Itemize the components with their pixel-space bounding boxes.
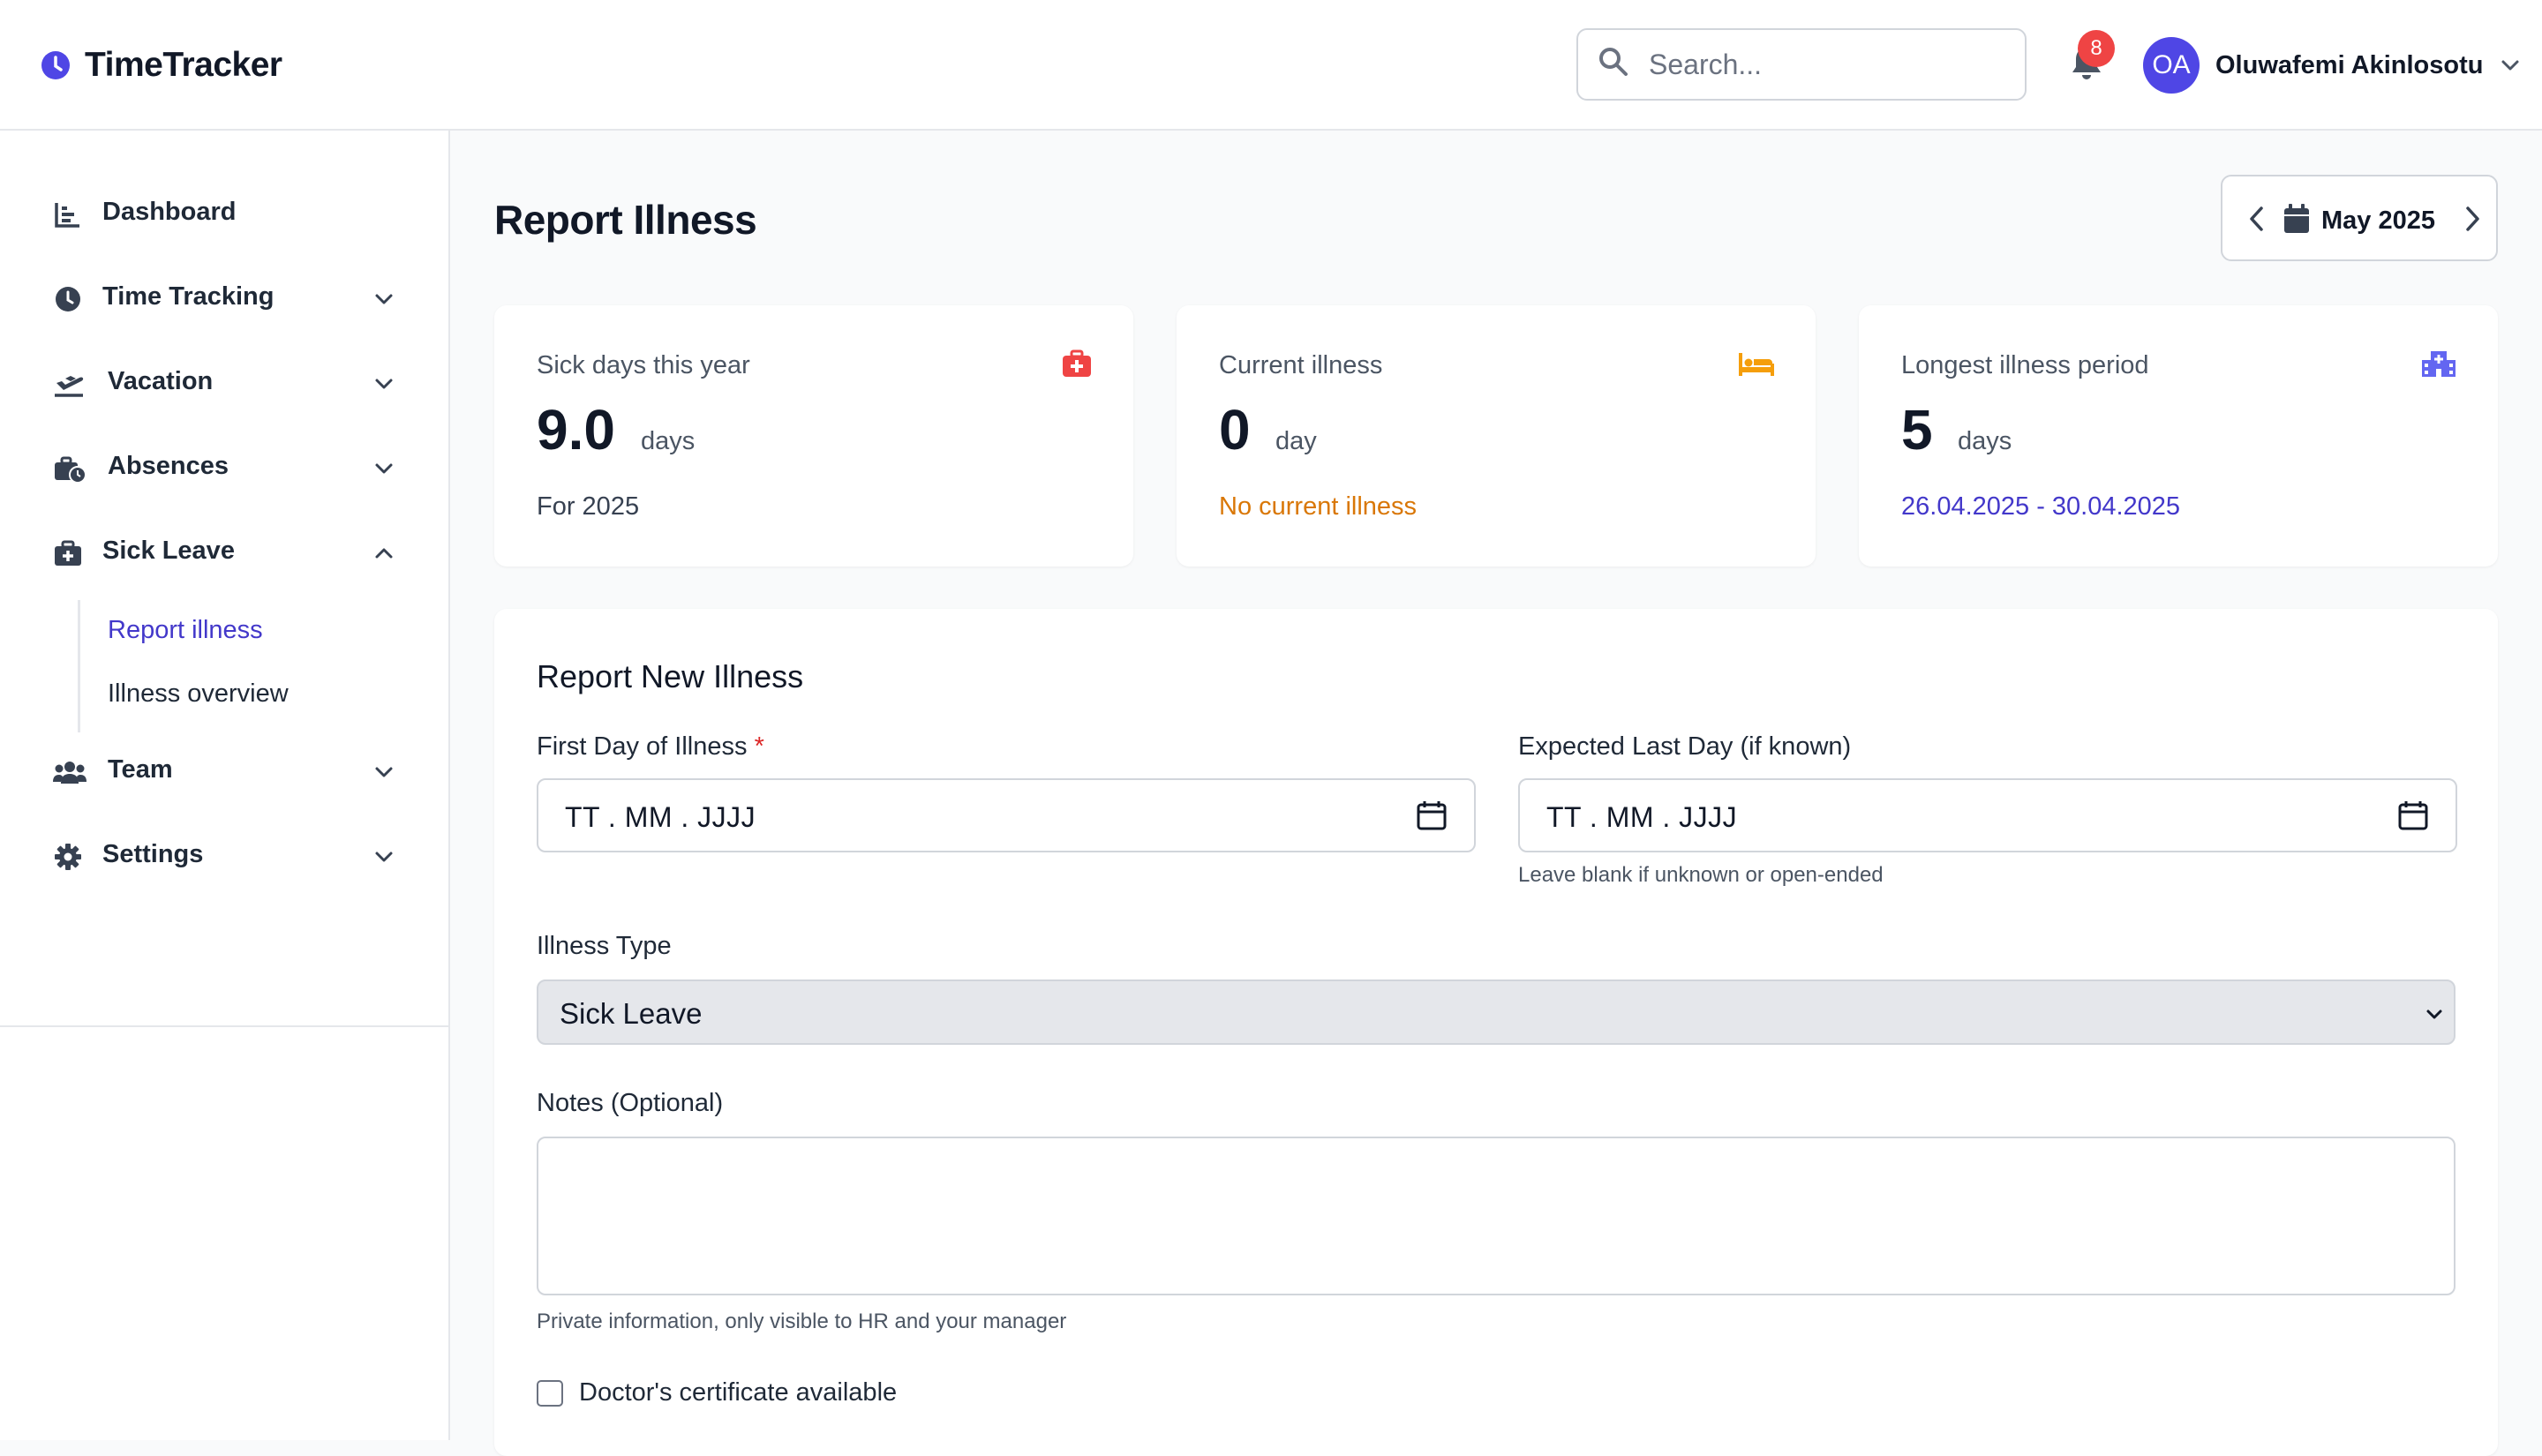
form-title: Report New Illness: [537, 658, 804, 694]
first-day-label-text: First Day of Illness: [537, 732, 748, 761]
calendar-icon[interactable]: [1416, 799, 1448, 836]
illness-type-label: Illness Type: [537, 932, 672, 960]
last-day-label: Expected Last Day (if known): [1518, 732, 1852, 761]
notes-textarea[interactable]: [537, 1137, 2456, 1295]
stat-footer: No current illness: [1219, 492, 1418, 521]
stat-unit: days: [641, 427, 696, 455]
chevron-up-icon: [371, 540, 397, 571]
avatar: OA: [2143, 37, 2200, 94]
first-day-label: First Day of Illness *: [537, 732, 764, 762]
stat-title: Sick days this year: [537, 351, 750, 379]
chart-bar-icon: [53, 199, 83, 229]
sidebar-item-team[interactable]: Team: [0, 736, 448, 807]
sidebar-item-sick-leave[interactable]: Sick Leave: [0, 517, 448, 588]
last-day-date-field[interactable]: TT . MM . JJJJ: [1518, 778, 2457, 852]
certificate-checkbox[interactable]: [537, 1380, 563, 1407]
required-marker: *: [754, 732, 764, 761]
sidebar: Dashboard Time Tracking Vacation Absence…: [0, 131, 450, 1440]
user-menu[interactable]: OA Oluwafemi Akinlosotu: [2143, 37, 2522, 94]
sidebar-item-time-tracking[interactable]: Time Tracking: [0, 263, 448, 334]
submenu-item-illness-overview[interactable]: Illness overview: [108, 679, 289, 709]
month-selector: May 2025: [2221, 175, 2498, 261]
chevron-right-icon[interactable]: [2459, 203, 2486, 239]
chevron-left-icon[interactable]: [2244, 203, 2270, 239]
chevron-down-icon: [371, 286, 397, 317]
first-day-date-field[interactable]: TT . MM . JJJJ: [537, 778, 1476, 852]
certificate-label[interactable]: Doctor's certificate available: [579, 1378, 897, 1407]
business-time-icon: [53, 454, 86, 484]
calendar-icon[interactable]: [2397, 799, 2429, 836]
chevron-down-icon: [371, 371, 397, 402]
stat-footer: 26.04.2025 - 30.04.2025: [1901, 492, 2181, 521]
sidebar-item-label: Vacation: [108, 367, 214, 395]
stat-value: 9.0: [537, 398, 615, 462]
first-day-date-text: TT . MM . JJJJ: [565, 801, 756, 833]
notes-hint: Private information, only visible to HR …: [537, 1310, 1067, 1333]
hospital-icon: [2420, 349, 2457, 382]
sidebar-divider: [0, 1025, 450, 1027]
month-label: May 2025: [2321, 206, 2435, 235]
last-day-date-text: TT . MM . JJJJ: [1546, 801, 1738, 833]
sidebar-item-dashboard[interactable]: Dashboard: [0, 178, 448, 249]
chevron-down-icon: [371, 759, 397, 790]
sidebar-item-absences[interactable]: Absences: [0, 432, 448, 503]
search-icon: [1598, 46, 1629, 82]
users-icon: [53, 757, 86, 787]
chevron-down-icon: [2499, 54, 2522, 77]
clock-icon: [53, 284, 83, 314]
sidebar-item-settings[interactable]: Settings: [0, 821, 448, 891]
stat-title: Current illness: [1219, 351, 1383, 379]
sidebar-item-vacation[interactable]: Vacation: [0, 348, 448, 418]
search-input[interactable]: [1649, 30, 2011, 99]
stat-footer: For 2025: [537, 492, 640, 521]
chevron-down-icon: [2424, 1004, 2445, 1030]
notification-badge: 8: [2078, 30, 2115, 67]
user-name: Oluwafemi Akinlosotu: [2215, 50, 2484, 79]
illness-type-select[interactable]: Sick Leave: [537, 979, 2456, 1045]
sidebar-item-label: Absences: [108, 452, 229, 480]
stat-title: Longest illness period: [1901, 351, 2149, 379]
calendar-icon: [2283, 203, 2311, 239]
chevron-down-icon: [371, 844, 397, 874]
chevron-down-icon: [371, 455, 397, 486]
top-bar: TimeTracker 8 OA Oluwafemi Akinlosotu: [0, 0, 2542, 131]
submenu-divider: [78, 600, 80, 732]
notes-label: Notes (Optional): [537, 1089, 724, 1117]
sidebar-item-label: Time Tracking: [102, 282, 275, 311]
stat-value: 5: [1901, 398, 1933, 462]
illness-type-value: Sick Leave: [560, 997, 703, 1030]
medkit-icon: [53, 538, 83, 568]
stat-unit: day: [1275, 427, 1317, 455]
search-box[interactable]: [1576, 28, 2027, 101]
submenu-item-report-illness[interactable]: Report illness: [108, 616, 263, 645]
sidebar-item-label: Settings: [102, 840, 204, 868]
page-title: Report Illness: [494, 197, 757, 243]
sidebar-item-label: Sick Leave: [102, 537, 235, 565]
sidebar-item-label: Dashboard: [102, 198, 237, 226]
clock-logo-icon: [41, 50, 71, 80]
stat-card-current-illness: Current illness 0 day No current illness: [1177, 305, 1816, 567]
stat-card-longest-period: Longest illness period 5 days 26.04.2025…: [1859, 305, 2498, 567]
stat-card-sick-days: Sick days this year 9.0 days For 2025: [494, 305, 1133, 567]
report-illness-form: Report New Illness First Day of Illness …: [494, 609, 2498, 1456]
stat-value: 0: [1219, 398, 1251, 462]
last-day-hint: Leave blank if unknown or open-ended: [1518, 863, 1884, 887]
first-aid-kit-icon: [1061, 349, 1093, 382]
stat-unit: days: [1958, 427, 2012, 455]
bed-icon: [1738, 349, 1775, 382]
sidebar-item-label: Team: [108, 755, 173, 784]
brand[interactable]: TimeTracker: [41, 46, 282, 85]
gear-icon: [53, 842, 83, 872]
plane-departure-icon: [53, 369, 84, 399]
brand-name: TimeTracker: [85, 46, 282, 84]
